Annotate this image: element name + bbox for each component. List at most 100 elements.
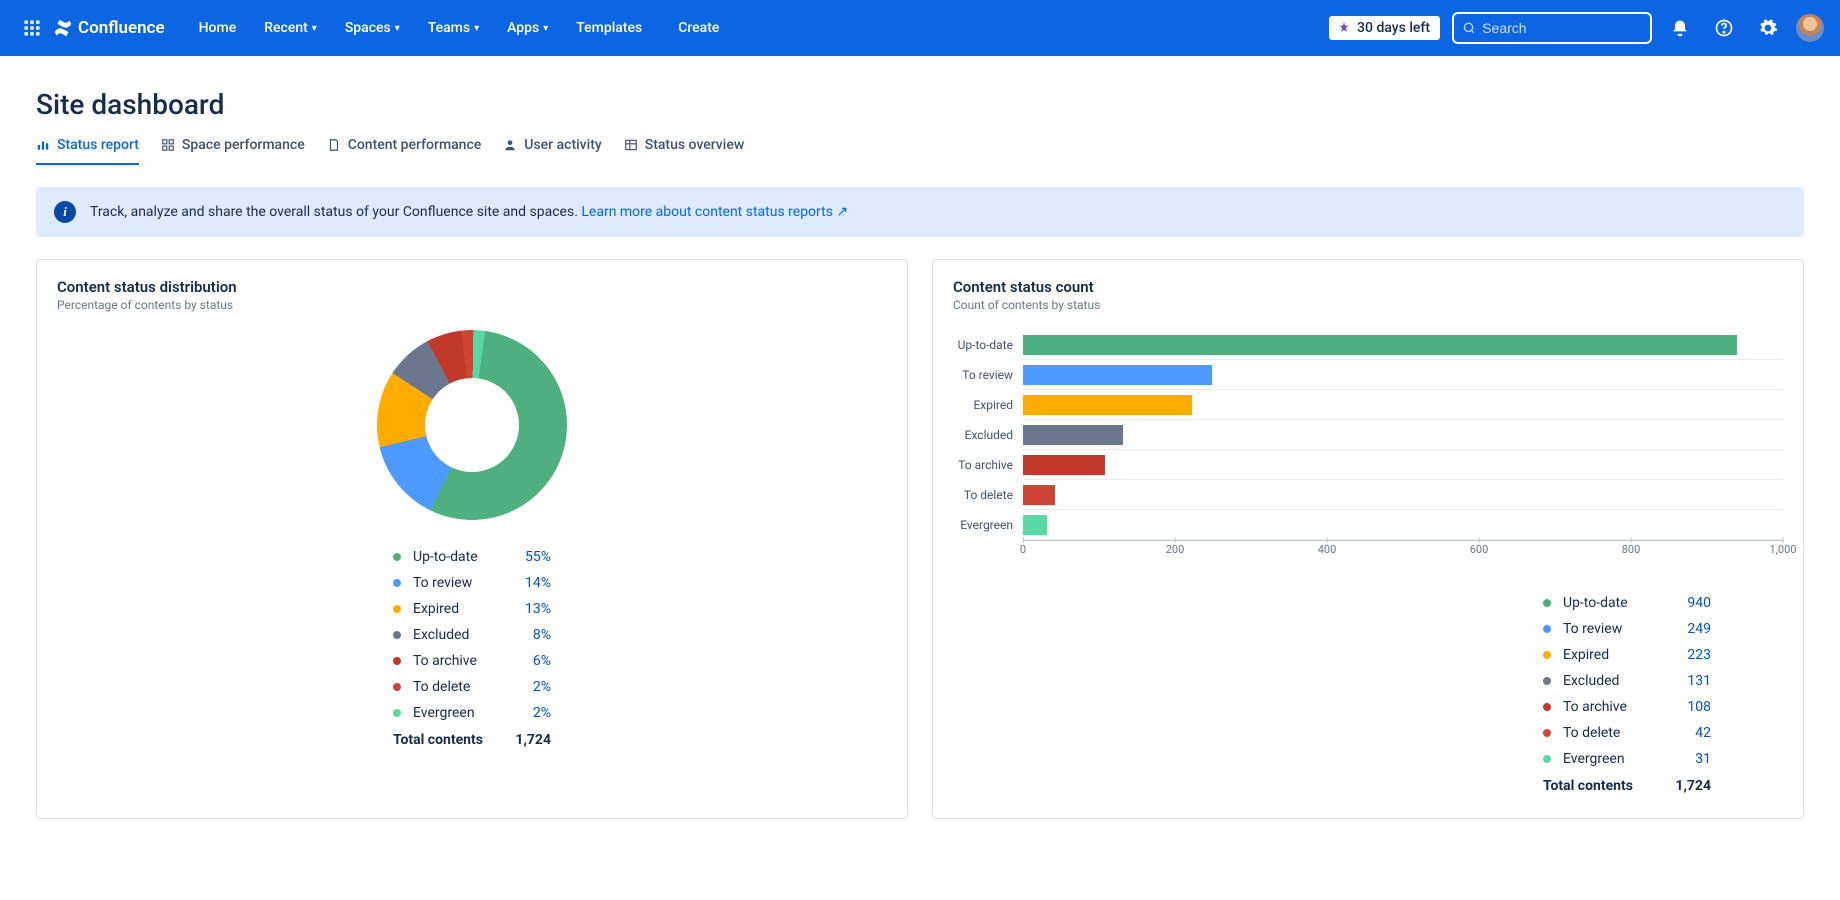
bar-label: Expired — [953, 398, 1023, 412]
document-icon — [327, 138, 341, 152]
legend-label: Excluded — [1563, 668, 1653, 694]
axis-tick: 600 — [1470, 543, 1489, 556]
info-banner: i Track, analyze and share the overall s… — [36, 187, 1804, 237]
app-switcher-icon[interactable] — [16, 12, 48, 44]
legend-row: Expired 223 — [1543, 642, 1783, 668]
legend-value: 6% — [501, 648, 551, 674]
nav-home[interactable]: Home — [187, 16, 249, 40]
legend-dot — [1543, 651, 1551, 659]
chevron-down-icon: ▾ — [474, 23, 479, 34]
legend-row: Expired13% — [393, 596, 551, 622]
legend-value: 8% — [501, 622, 551, 648]
bar — [1023, 455, 1105, 475]
chevron-down-icon: ▾ — [312, 23, 317, 34]
settings-icon[interactable] — [1752, 12, 1784, 44]
table-icon — [624, 138, 638, 152]
panel-count: Content status count Count of contents b… — [932, 259, 1804, 819]
bar-label: To archive — [953, 458, 1023, 472]
legend-row: To review249 — [1543, 616, 1783, 642]
notifications-icon[interactable] — [1664, 12, 1696, 44]
create-button[interactable]: Create — [666, 16, 731, 40]
nav-apps[interactable]: Apps▾ — [495, 16, 560, 40]
legend-label: To delete — [413, 674, 493, 700]
bar-label: Excluded — [953, 428, 1023, 442]
nav-recent[interactable]: Recent▾ — [252, 16, 329, 40]
trial-days-label: 30 days left — [1357, 20, 1430, 36]
legend-total-value: 1,724 — [1661, 778, 1711, 794]
bar — [1023, 485, 1055, 505]
legend-dot — [393, 553, 401, 561]
tab-status-overview[interactable]: Status overview — [624, 129, 745, 163]
help-icon[interactable] — [1708, 12, 1740, 44]
confluence-icon — [52, 17, 74, 39]
legend-total-label: Total contents — [1543, 778, 1653, 794]
legend-value: 55% — [501, 544, 551, 570]
banner-text: Track, analyze and share the overall sta… — [90, 204, 578, 220]
chevron-down-icon: ▾ — [543, 23, 548, 34]
legend-value: 131 — [1661, 668, 1711, 694]
legend-value: 223 — [1661, 642, 1711, 668]
bar-row: To review — [953, 360, 1783, 390]
axis-tick: 1,000 — [1770, 543, 1797, 556]
legend-total-label: Total contents — [393, 732, 493, 748]
legend-dot — [393, 709, 401, 717]
legend-row: Up-to-date940 — [1543, 590, 1783, 616]
bar-label: To delete — [953, 488, 1023, 502]
legend-value: 108 — [1661, 694, 1711, 720]
tab-user-activity[interactable]: User activity — [503, 129, 601, 163]
legend-label: To archive — [1563, 694, 1653, 720]
legend-label: Evergreen — [1563, 746, 1653, 772]
legend-row: Excluded 8% — [393, 622, 551, 648]
legend-label: Up-to-date — [413, 544, 493, 570]
axis-tick: 0 — [1020, 543, 1026, 556]
product-name: Confluence — [78, 18, 165, 38]
nav-spaces[interactable]: Spaces▾ — [333, 16, 412, 40]
bar-legend: Up-to-date940To review249Expired 223 Exclu… — [1543, 590, 1783, 794]
user-icon — [503, 138, 517, 152]
bar — [1023, 515, 1047, 535]
legend-label: To delete — [1563, 720, 1653, 746]
legend-row: Evergreen31 — [1543, 746, 1783, 772]
legend-label: To review — [413, 570, 493, 596]
legend-dot — [1543, 677, 1551, 685]
nav-teams[interactable]: Teams▾ — [416, 16, 491, 40]
info-icon: i — [54, 201, 76, 223]
legend-label: Expired — [1563, 642, 1653, 668]
search-input[interactable] — [1482, 20, 1642, 36]
tab-space-performance[interactable]: Space performance — [161, 129, 305, 163]
legend-dot — [1543, 599, 1551, 607]
legend-value: 42 — [1661, 720, 1711, 746]
legend-label: To review — [1563, 616, 1653, 642]
product-logo[interactable]: Confluence — [52, 17, 165, 39]
legend-row: Evergreen 2% — [393, 700, 551, 726]
legend-dot — [393, 605, 401, 613]
tab-status-report[interactable]: Status report — [36, 129, 139, 165]
donut-chart — [377, 330, 567, 520]
legend-dot — [393, 683, 401, 691]
legend-label: Up-to-date — [1563, 590, 1653, 616]
banner-link[interactable]: Learn more about content status reports … — [581, 204, 848, 220]
legend-label: Evergreen — [413, 700, 493, 726]
legend-dot — [393, 579, 401, 587]
panel-distribution: Content status distribution Percentage o… — [36, 259, 908, 819]
avatar[interactable] — [1796, 14, 1824, 42]
page-title: Site dashboard — [36, 88, 1804, 121]
bar-row: Excluded — [953, 420, 1783, 450]
legend-value: 14% — [501, 570, 551, 596]
search-icon — [1462, 20, 1476, 36]
top-nav: Confluence Home Recent▾ Spaces▾ Teams▾ A… — [0, 0, 1840, 56]
bar-row: Expired — [953, 390, 1783, 420]
legend-value: 2% — [501, 700, 551, 726]
legend-label: Excluded — [413, 622, 493, 648]
tab-content-performance[interactable]: Content performance — [327, 129, 482, 163]
grid-icon — [161, 138, 175, 152]
nav-templates[interactable]: Templates — [564, 16, 654, 40]
legend-label: Expired — [413, 596, 493, 622]
panel-subtitle: Count of contents by status — [953, 298, 1783, 312]
trial-days-pill[interactable]: 30 days left — [1329, 16, 1440, 40]
search-input-wrapper[interactable] — [1452, 12, 1652, 44]
bar-row: Up-to-date — [953, 330, 1783, 360]
legend-total-value: 1,724 — [501, 732, 551, 748]
bar-row: To delete — [953, 480, 1783, 510]
tabs: Status report Space performance Content … — [36, 129, 1804, 165]
